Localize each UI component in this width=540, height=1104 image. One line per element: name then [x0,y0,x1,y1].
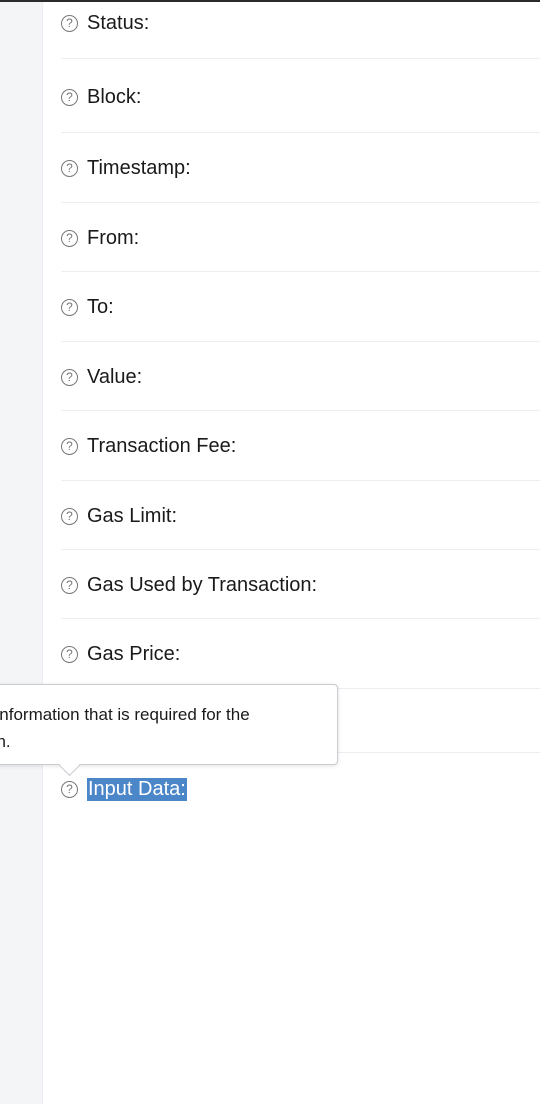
field-row-gas-limit: ? Gas Limit: [61,503,540,529]
row-divider [61,341,540,342]
row-divider [61,549,540,550]
field-label-from: From: [87,226,140,249]
tooltip-line-1: l information that is required for the [0,705,250,724]
field-label-input-data: Input Data: [87,777,187,801]
field-row-input-data: ? Input Data: [61,776,540,802]
field-row-transaction-fee: ? Transaction Fee: [61,433,540,459]
field-label-to: To: [87,295,114,318]
help-icon[interactable]: ? [61,159,78,177]
row-divider [61,202,540,203]
row-divider [61,410,540,411]
help-icon[interactable]: ? [61,576,78,594]
help-icon[interactable]: ? [61,14,78,32]
help-icon[interactable]: ? [61,507,78,525]
row-divider [61,271,540,272]
row-divider [61,58,540,59]
field-row-from: ? From: [61,225,540,251]
field-row-value: ? Value: [61,364,540,390]
row-divider [61,618,540,619]
help-icon[interactable]: ? [61,645,78,663]
field-row-status: ? Status: [61,10,540,36]
help-icon[interactable]: ? [61,368,78,386]
field-row-gas-price: ? Gas Price: [61,641,540,667]
field-label-status: Status: [87,11,150,34]
field-label-transaction-fee: Transaction Fee: [87,434,237,457]
field-label-block: Block: [87,85,142,108]
field-row-block: ? Block: [61,84,540,110]
left-sidebar-strip [0,2,42,1104]
field-label-gas-price: Gas Price: [87,642,181,665]
tooltip-line-2: on. [0,732,11,751]
row-divider [61,132,540,133]
field-row-to: ? To: [61,294,540,320]
field-label-gas-limit: Gas Limit: [87,504,178,527]
field-label-gas-used: Gas Used by Transaction: [87,573,318,596]
row-divider [61,480,540,481]
help-icon[interactable]: ? [61,780,78,798]
help-icon[interactable]: ? [61,437,78,455]
help-icon[interactable]: ? [61,88,78,106]
help-icon[interactable]: ? [61,298,78,316]
field-row-gas-used: ? Gas Used by Transaction: [61,572,540,598]
field-label-value: Value: [87,365,143,388]
help-icon[interactable]: ? [61,229,78,247]
field-row-timestamp: ? Timestamp: [61,155,540,181]
input-data-tooltip: l information that is required for the o… [0,684,338,765]
field-label-timestamp: Timestamp: [87,156,191,179]
